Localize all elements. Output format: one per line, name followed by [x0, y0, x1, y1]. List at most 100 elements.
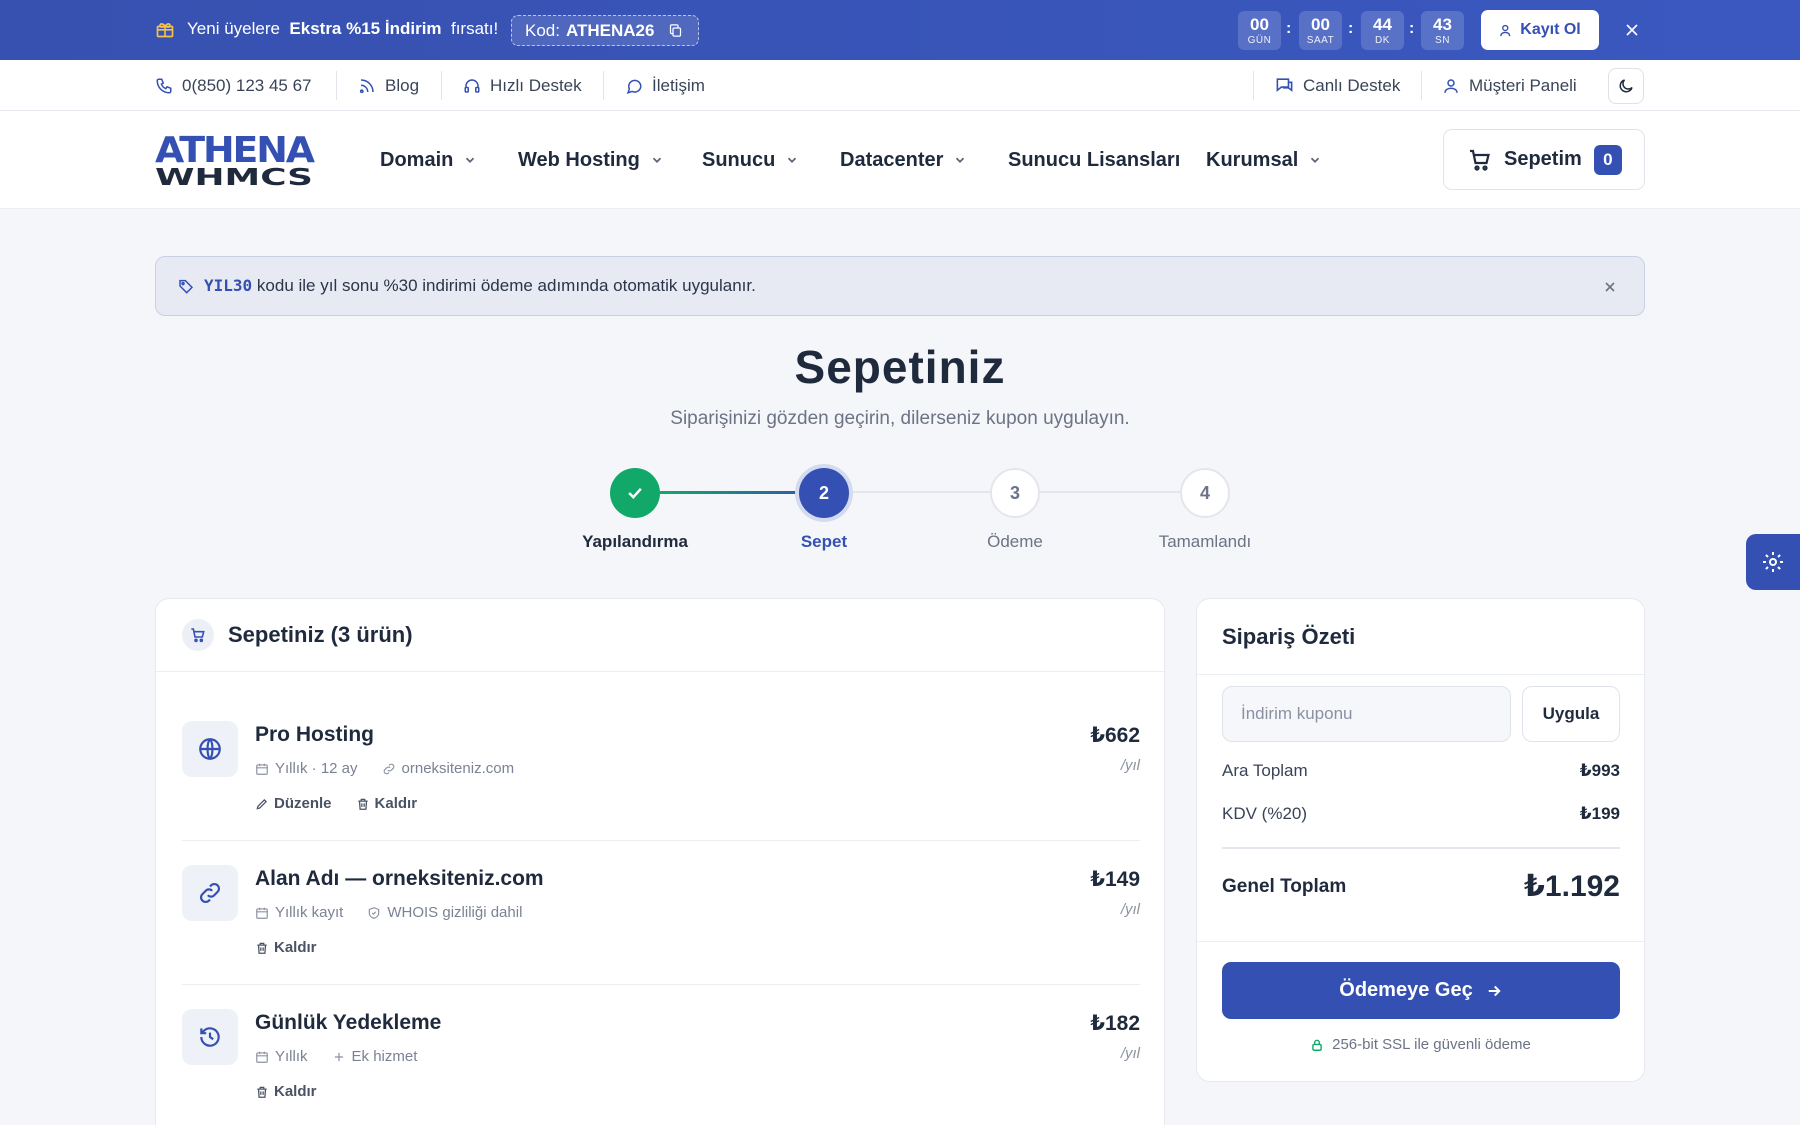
cart-icon: [182, 619, 214, 651]
check-icon: [625, 483, 645, 503]
page-subtitle: Siparişinizi gözden geçirin, dilerseniz …: [670, 408, 1130, 429]
customer-panel-link[interactable]: Müşteri Paneli: [1442, 60, 1577, 111]
vat-value: ₺199: [1579, 804, 1620, 823]
step-1-label: Yapılandırma: [582, 532, 688, 551]
chevron-down-icon: [650, 153, 664, 167]
apply-coupon-button[interactable]: Uygula: [1522, 686, 1620, 742]
countdown-hours: 00 SAAT: [1299, 11, 1342, 50]
nav-sunucu[interactable]: Sunucu: [702, 111, 799, 209]
quick-support-link[interactable]: Hızlı Destek: [463, 60, 582, 111]
order-summary-card: Sipariş Özeti Uygula Ara Toplam ₺993 KDV…: [1196, 598, 1645, 1082]
cart-icon: [1468, 148, 1492, 172]
link-icon: [382, 762, 396, 776]
subtotal-value: ₺993: [1579, 761, 1620, 780]
item-meta: Yıllık kayıt WHOIS gizliliği dahil: [255, 904, 522, 921]
promo-code-value: ATHENA26: [565, 20, 655, 40]
item-meta: Yıllık Ek hizmet: [255, 1048, 417, 1065]
promo-highlight: Ekstra %15 İndirim: [289, 19, 442, 38]
checkout-steps: 2 3 4 Yapılandırma Sepet Ödeme Tamamland…: [0, 460, 1800, 560]
step-2-label: Sepet: [800, 532, 848, 551]
promo-code[interactable]: Kod: ATHENA26: [511, 15, 699, 46]
main-nav: ATHENA WHMCS Domain Web Hosting Sunucu D…: [0, 111, 1800, 209]
gear-icon: [1761, 550, 1785, 574]
cart-count-badge: 0: [1593, 144, 1622, 175]
lock-icon: [1310, 1038, 1324, 1052]
promo-bar: Yeni üyelere Ekstra %15 İndirim fırsatı!…: [0, 0, 1800, 60]
item-actions: Düzenle Kaldır: [255, 795, 417, 812]
calendar-icon: [255, 906, 269, 920]
user-plus-icon: [1499, 23, 1514, 38]
user-icon: [1442, 77, 1460, 95]
step-4-label: Tamamlandı: [1158, 532, 1252, 551]
countdown-days: 00 GÜN: [1238, 11, 1281, 50]
item-price: ₺662: [1090, 724, 1140, 747]
remove-item-button[interactable]: Kaldır: [255, 939, 317, 956]
remove-item-button[interactable]: Kaldır: [356, 795, 417, 812]
subtotal-row: Ara Toplam ₺993: [1222, 761, 1620, 780]
settings-button[interactable]: [1746, 534, 1800, 590]
globe-icon: [182, 721, 238, 777]
trash-icon: [356, 797, 370, 811]
item-actions: Kaldır: [255, 939, 317, 956]
remove-item-button[interactable]: Kaldır: [255, 1083, 317, 1100]
coupon-input[interactable]: [1222, 686, 1511, 742]
nav-server-licenses[interactable]: Sunucu Lisansları: [1008, 111, 1180, 209]
chevron-down-icon: [953, 153, 967, 167]
close-notice-icon[interactable]: [1602, 279, 1618, 295]
athena-logo[interactable]: ATHENA WHMCS: [155, 131, 315, 189]
item-price: ₺149: [1090, 868, 1140, 891]
secure-payment-note: 256-bit SSL ile güvenli ödeme: [1197, 1036, 1644, 1053]
contact-link[interactable]: İletişim: [625, 60, 705, 111]
chevron-down-icon: [463, 153, 477, 167]
countdown-seconds: 43 SN: [1421, 11, 1464, 50]
cart-button[interactable]: Sepetim 0: [1443, 129, 1645, 190]
gift-icon: [155, 19, 175, 39]
calendar-icon: [255, 1050, 269, 1064]
link-icon: [182, 865, 238, 921]
shield-icon: [367, 906, 381, 920]
phone-link[interactable]: 0(850) 123 45 67: [155, 60, 312, 111]
close-promo-icon[interactable]: [1622, 20, 1642, 40]
trash-icon: [255, 1085, 269, 1099]
copy-icon[interactable]: [668, 23, 683, 38]
item-period: /yıl: [1120, 757, 1140, 774]
chat-bubble-icon: [625, 77, 643, 95]
blog-link[interactable]: Blog: [358, 60, 419, 111]
summary-title: Sipariş Özeti: [1197, 599, 1644, 675]
nav-web-hosting[interactable]: Web Hosting: [518, 111, 664, 209]
chevron-down-icon: [1308, 153, 1322, 167]
item-price: ₺182: [1090, 1012, 1140, 1035]
step-3-label: Ödeme: [987, 532, 1043, 551]
item-period: /yıl: [1120, 1045, 1140, 1062]
step-2-circle: 2: [799, 468, 849, 518]
utility-bar: 0(850) 123 45 67 Blog Hızlı Destek İleti…: [0, 60, 1800, 111]
promo-message: Yeni üyelere Ekstra %15 İndirim fırsatı!: [187, 19, 499, 38]
register-button[interactable]: Kayıt Ol: [1481, 10, 1599, 50]
cart-card: Sepetiniz (3 ürün) Pro Hosting Yıllık · …: [155, 598, 1165, 1125]
headset-icon: [463, 77, 481, 95]
svg-text:WHMCS: WHMCS: [155, 165, 313, 189]
pencil-icon: [255, 797, 269, 811]
step-4-circle: 4: [1180, 468, 1230, 518]
live-support-link[interactable]: Canlı Destek: [1275, 60, 1400, 111]
grand-total-row: Genel Toplam ₺1.192: [1222, 870, 1620, 903]
moon-icon: [1617, 77, 1635, 95]
chevron-down-icon: [785, 153, 799, 167]
item-period: /yıl: [1120, 901, 1140, 918]
nav-kurumsal[interactable]: Kurumsal: [1206, 111, 1322, 209]
item-meta: Yıllık · 12 ay orneksiteniz.com: [255, 760, 514, 777]
cart-card-header: Sepetiniz (3 ürün): [156, 599, 1164, 672]
item-name: Pro Hosting: [255, 723, 374, 746]
edit-item-button[interactable]: Düzenle: [255, 795, 332, 812]
tag-icon: [178, 278, 194, 294]
chat-icon: [1275, 76, 1294, 95]
step-3-circle: 3: [990, 468, 1040, 518]
plus-icon: [332, 1050, 346, 1064]
vat-row: KDV (%20) ₺199: [1222, 804, 1620, 823]
arrow-right-icon: [1485, 982, 1503, 1000]
dark-mode-toggle[interactable]: [1608, 68, 1644, 104]
nav-domain[interactable]: Domain: [380, 111, 477, 209]
nav-datacenter[interactable]: Datacenter: [840, 111, 967, 209]
step-1-circle: [610, 468, 660, 518]
checkout-button[interactable]: Ödemeye Geç: [1222, 962, 1620, 1019]
